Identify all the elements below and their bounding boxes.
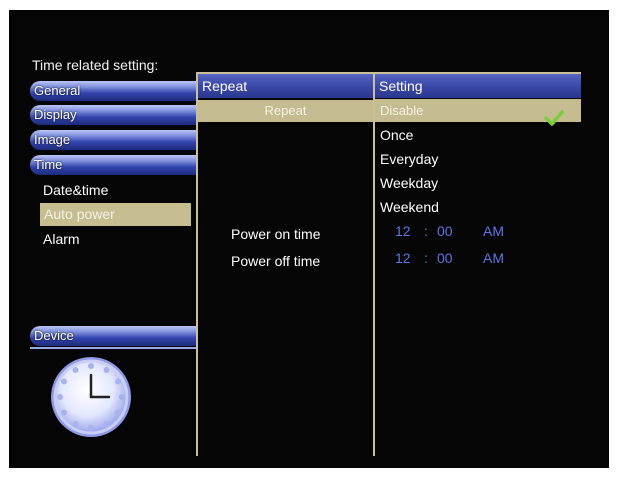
sidebar-item-image[interactable]: Image xyxy=(30,130,196,150)
page-title: Time related setting: xyxy=(32,57,159,73)
repeat-row[interactable]: Repeat xyxy=(198,100,373,122)
option-weekday[interactable]: Weekday xyxy=(380,175,438,191)
checkmark-icon xyxy=(544,110,564,126)
power-on-separator: : xyxy=(424,223,428,239)
power-off-hour[interactable]: 12 xyxy=(395,250,411,266)
sidebar-subitem-datetime[interactable]: Date&time xyxy=(43,182,108,198)
column-divider-left xyxy=(196,74,198,456)
power-on-ampm[interactable]: AM xyxy=(483,223,504,239)
sidebar-subitem-alarm[interactable]: Alarm xyxy=(43,231,80,247)
power-off-time-label: Power off time xyxy=(231,253,321,269)
option-weekend[interactable]: Weekend xyxy=(380,199,439,215)
power-off-minute[interactable]: 00 xyxy=(437,250,453,266)
device-divider xyxy=(30,347,196,349)
option-once[interactable]: Once xyxy=(380,127,413,143)
power-off-separator: : xyxy=(424,250,428,266)
sidebar-item-display[interactable]: Display xyxy=(30,105,196,125)
power-off-ampm[interactable]: AM xyxy=(483,250,504,266)
sidebar-item-device[interactable]: Device xyxy=(30,326,196,346)
column-divider-right xyxy=(373,74,375,456)
power-on-time-label: Power on time xyxy=(231,226,321,242)
option-everyday[interactable]: Everyday xyxy=(380,151,438,167)
power-on-hour[interactable]: 12 xyxy=(395,223,411,239)
setting-column-header: Setting xyxy=(375,74,581,98)
sidebar-item-time[interactable]: Time xyxy=(30,155,196,175)
clock-icon xyxy=(49,355,134,440)
repeat-column-header: Repeat xyxy=(198,74,373,98)
settings-screen: Time related setting: General Display Im… xyxy=(9,10,609,468)
power-on-minute[interactable]: 00 xyxy=(437,223,453,239)
sidebar-item-general[interactable]: General xyxy=(30,81,196,101)
sidebar-subitem-auto-power[interactable]: Auto power xyxy=(40,203,191,226)
